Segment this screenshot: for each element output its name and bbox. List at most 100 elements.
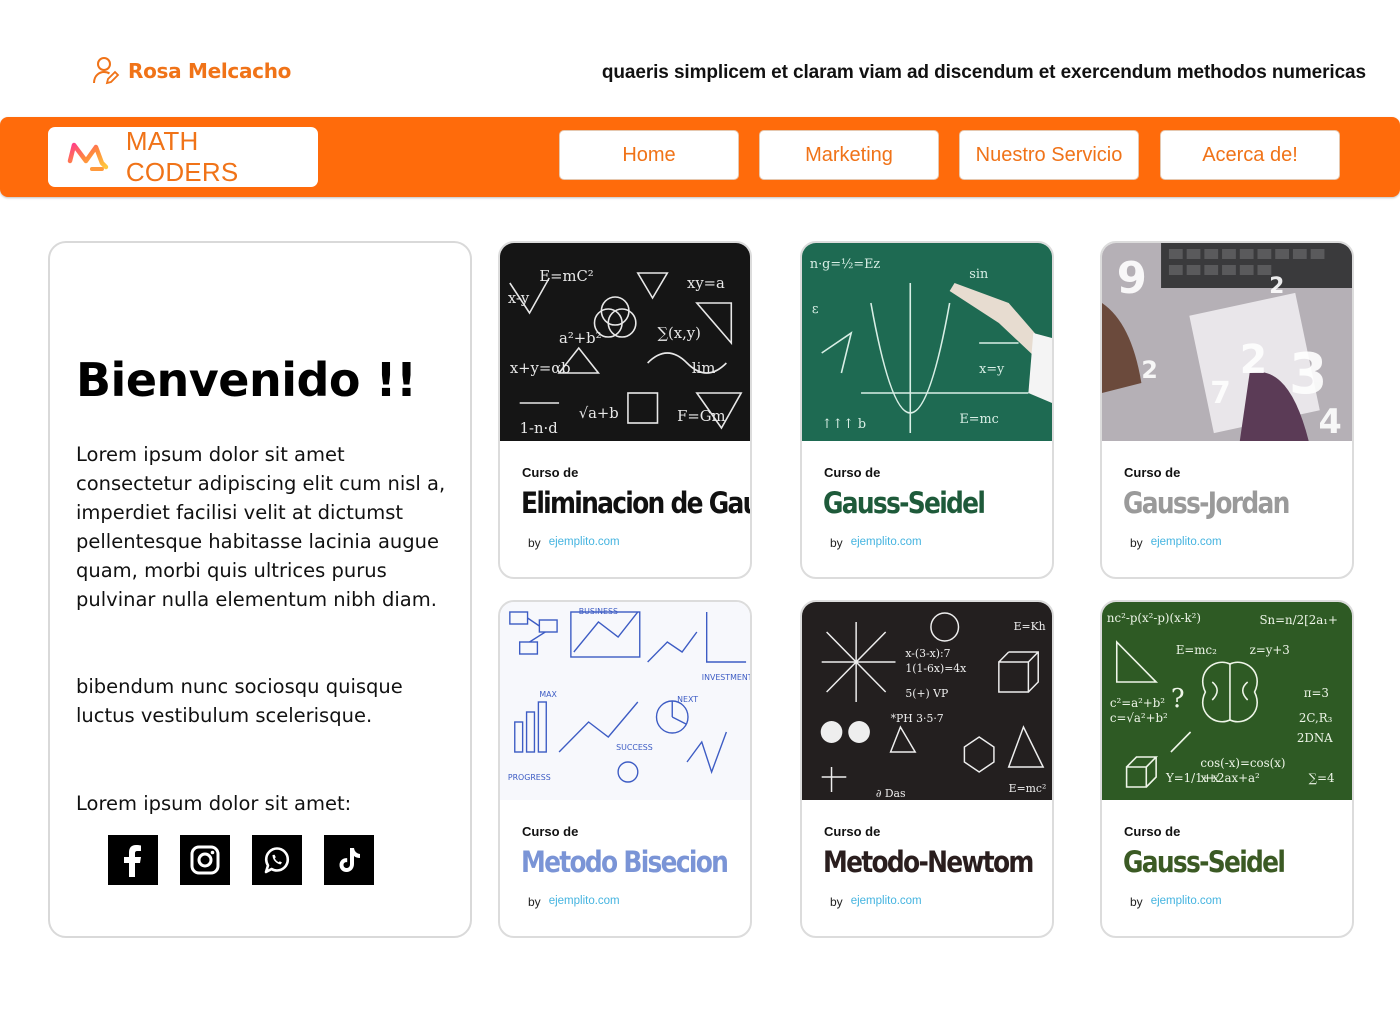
course-thumbnail: 9 2 3 2 7 4 2 [1102,243,1352,441]
course-card[interactable]: E=mC² x-y a²+b² ∑(x,y) x+y=αb xy=a √a+b … [498,241,752,579]
svg-text:xy=a: xy=a [687,274,725,292]
svg-text:1-n·d: 1-n·d [520,419,558,437]
course-thumbnail: x-(3-x):7 1(1-6x)=4x 5(+) VP *PH 3·5·7 E… [802,602,1052,800]
course-card[interactable]: x-(3-x):7 1(1-6x)=4x 5(+) VP *PH 3·5·7 E… [800,600,1054,938]
course-title: Eliminacion de Gauss [521,486,750,520]
course-byline: by ejemplito.com [830,895,922,909]
svg-text:MAX: MAX [539,690,557,699]
instagram-icon [190,845,220,875]
welcome-paragraph-1: Lorem ipsum dolor sit amet consectetur a… [76,443,446,611]
brand-logo[interactable]: MATH CODERS [48,126,318,187]
welcome-title: Bienvenido !! [76,353,417,407]
by-label: by [528,895,541,909]
brand-name: MATH CODERS [125,126,239,187]
instagram-link[interactable] [180,835,230,885]
svg-text:1(1-6x)=4x: 1(1-6x)=4x [905,662,967,675]
course-byline: by ejemplito.com [1130,536,1222,550]
svg-text:NEXT: NEXT [677,695,698,704]
course-kicker: Curso de [1124,824,1181,839]
svg-text:F=Gm: F=Gm [677,407,725,425]
nav-home[interactable]: Home [559,130,739,180]
nav-acerca-de[interactable]: Acerca de! [1160,130,1340,180]
welcome-paragraph-2: bibendum nunc sociosqu quisque luctus ve… [76,675,403,727]
svg-text:a²+b²: a²+b² [559,329,601,347]
course-author-link[interactable]: ejemplito.com [851,895,922,909]
svg-text:↑↑↑ b: ↑↑↑ b [822,417,866,432]
by-label: by [1130,895,1143,909]
course-byline: by ejemplito.com [528,895,620,909]
svg-text:∑=4: ∑=4 [1309,771,1335,785]
svg-text:c²=a²+b²: c²=a²+b² [1110,696,1165,710]
svg-text:x=y: x=y [979,362,1005,377]
facebook-icon [124,845,141,877]
course-author-link[interactable]: ejemplito.com [549,895,620,909]
svg-text:BUSINESS: BUSINESS [579,607,618,616]
course-author-link[interactable]: ejemplito.com [851,536,922,550]
course-kicker: Curso de [824,465,881,480]
svg-text:2C,R₃: 2C,R₃ [1299,711,1333,725]
svg-text:x-(3-x):7: x-(3-x):7 [905,647,950,660]
course-byline: by ejemplito.com [830,536,922,550]
svg-text:ε: ε [812,302,819,317]
whatsapp-link[interactable] [252,835,302,885]
svg-text:∂ Das: ∂ Das [876,787,906,800]
svg-text:7: 7 [1210,376,1231,411]
nav-marketing[interactable]: Marketing [759,130,939,180]
welcome-card: Bienvenido !! Lorem ipsum dolor sit amet… [48,241,472,938]
course-thumbnail: n·g=½=Ez sin ε x=y ↑↑↑ b E=mc [802,243,1052,441]
svg-text:SUCCESS: SUCCESS [616,743,653,752]
course-kicker: Curso de [522,465,579,480]
course-card[interactable]: BUSINESS MAX SUCCESS INVESTMENT PROGRESS… [498,600,752,938]
course-author-link[interactable]: ejemplito.com [549,536,620,550]
svg-text:4: 4 [1319,402,1342,441]
course-card[interactable]: n·g=½=Ez sin ε x=y ↑↑↑ b E=mc Curso de G… [800,241,1054,579]
course-thumbnail: E=mC² x-y a²+b² ∑(x,y) x+y=αb xy=a √a+b … [500,243,750,441]
user-edit-icon [93,57,120,85]
course-title: Gauss-Seidel [1123,845,1286,879]
user-name: Rosa Melcacho [128,59,292,83]
svg-text:sin: sin [969,267,988,282]
course-author-link[interactable]: ejemplito.com [1151,895,1222,909]
by-label: by [830,895,843,909]
course-title: Gauss-Seidel [823,486,986,520]
by-label: by [830,536,843,550]
svg-text:√a+b: √a+b [579,404,619,422]
svg-text:x+2ax+a²: x+2ax+a² [1200,771,1260,785]
course-card[interactable]: 9 2 3 2 7 4 2 Curso de Gauss-Jordan by e… [1100,241,1354,579]
svg-text:2: 2 [1240,337,1267,383]
user-profile[interactable]: Rosa Melcacho [92,56,291,86]
svg-text:c=√a²+b²: c=√a²+b² [1110,711,1168,725]
welcome-paragraph-3: Lorem ipsum dolor sit amet: [76,792,352,815]
svg-text:nc²-p(x²-p)(x-k²): nc²-p(x²-p)(x-k²) [1107,611,1201,625]
by-label: by [528,536,541,550]
by-label: by [1130,536,1143,550]
svg-text:z=y+3: z=y+3 [1250,643,1290,657]
svg-text:n·g=½=Ez: n·g=½=Ez [810,257,881,272]
nav-nuestro-servicio[interactable]: Nuestro Servicio [959,130,1139,180]
course-byline: by ejemplito.com [528,536,620,550]
facebook-link[interactable] [108,835,158,885]
tagline: quaeris simplicem et claram viam ad disc… [601,62,1366,83]
course-title: Gauss-Jordan [1123,486,1290,520]
course-kicker: Curso de [824,824,881,839]
tiktok-link[interactable] [324,835,374,885]
svg-text:2DNA: 2DNA [1297,731,1333,745]
svg-text:PROGRESS: PROGRESS [508,773,551,782]
tiktok-icon [339,848,360,872]
svg-text:π=3: π=3 [1304,686,1329,700]
course-kicker: Curso de [1124,465,1181,480]
svg-text:9: 9 [1117,253,1147,304]
svg-text:*PH 3·5·7: *PH 3·5·7 [891,712,944,725]
svg-text:INVESTMENT: INVESTMENT [702,673,750,682]
course-kicker: Curso de [522,824,579,839]
svg-text:5(+) VP: 5(+) VP [905,687,948,700]
course-title: Metodo-Newtom [823,845,1034,879]
svg-text:E=mC²: E=mC² [539,267,593,285]
svg-text:lim: lim [692,359,715,377]
main-navbar: MATH CODERS Home Marketing Nuestro Servi… [0,117,1400,197]
course-title: Metodo Bisecion [521,845,729,879]
course-card[interactable]: nc²-p(x²-p)(x-k²) Sn=n/2[2a₁+ E=mc₂ z=y+… [1100,600,1354,938]
svg-text:2: 2 [1269,274,1284,299]
course-author-link[interactable]: ejemplito.com [1151,536,1222,550]
whatsapp-icon [264,847,290,874]
